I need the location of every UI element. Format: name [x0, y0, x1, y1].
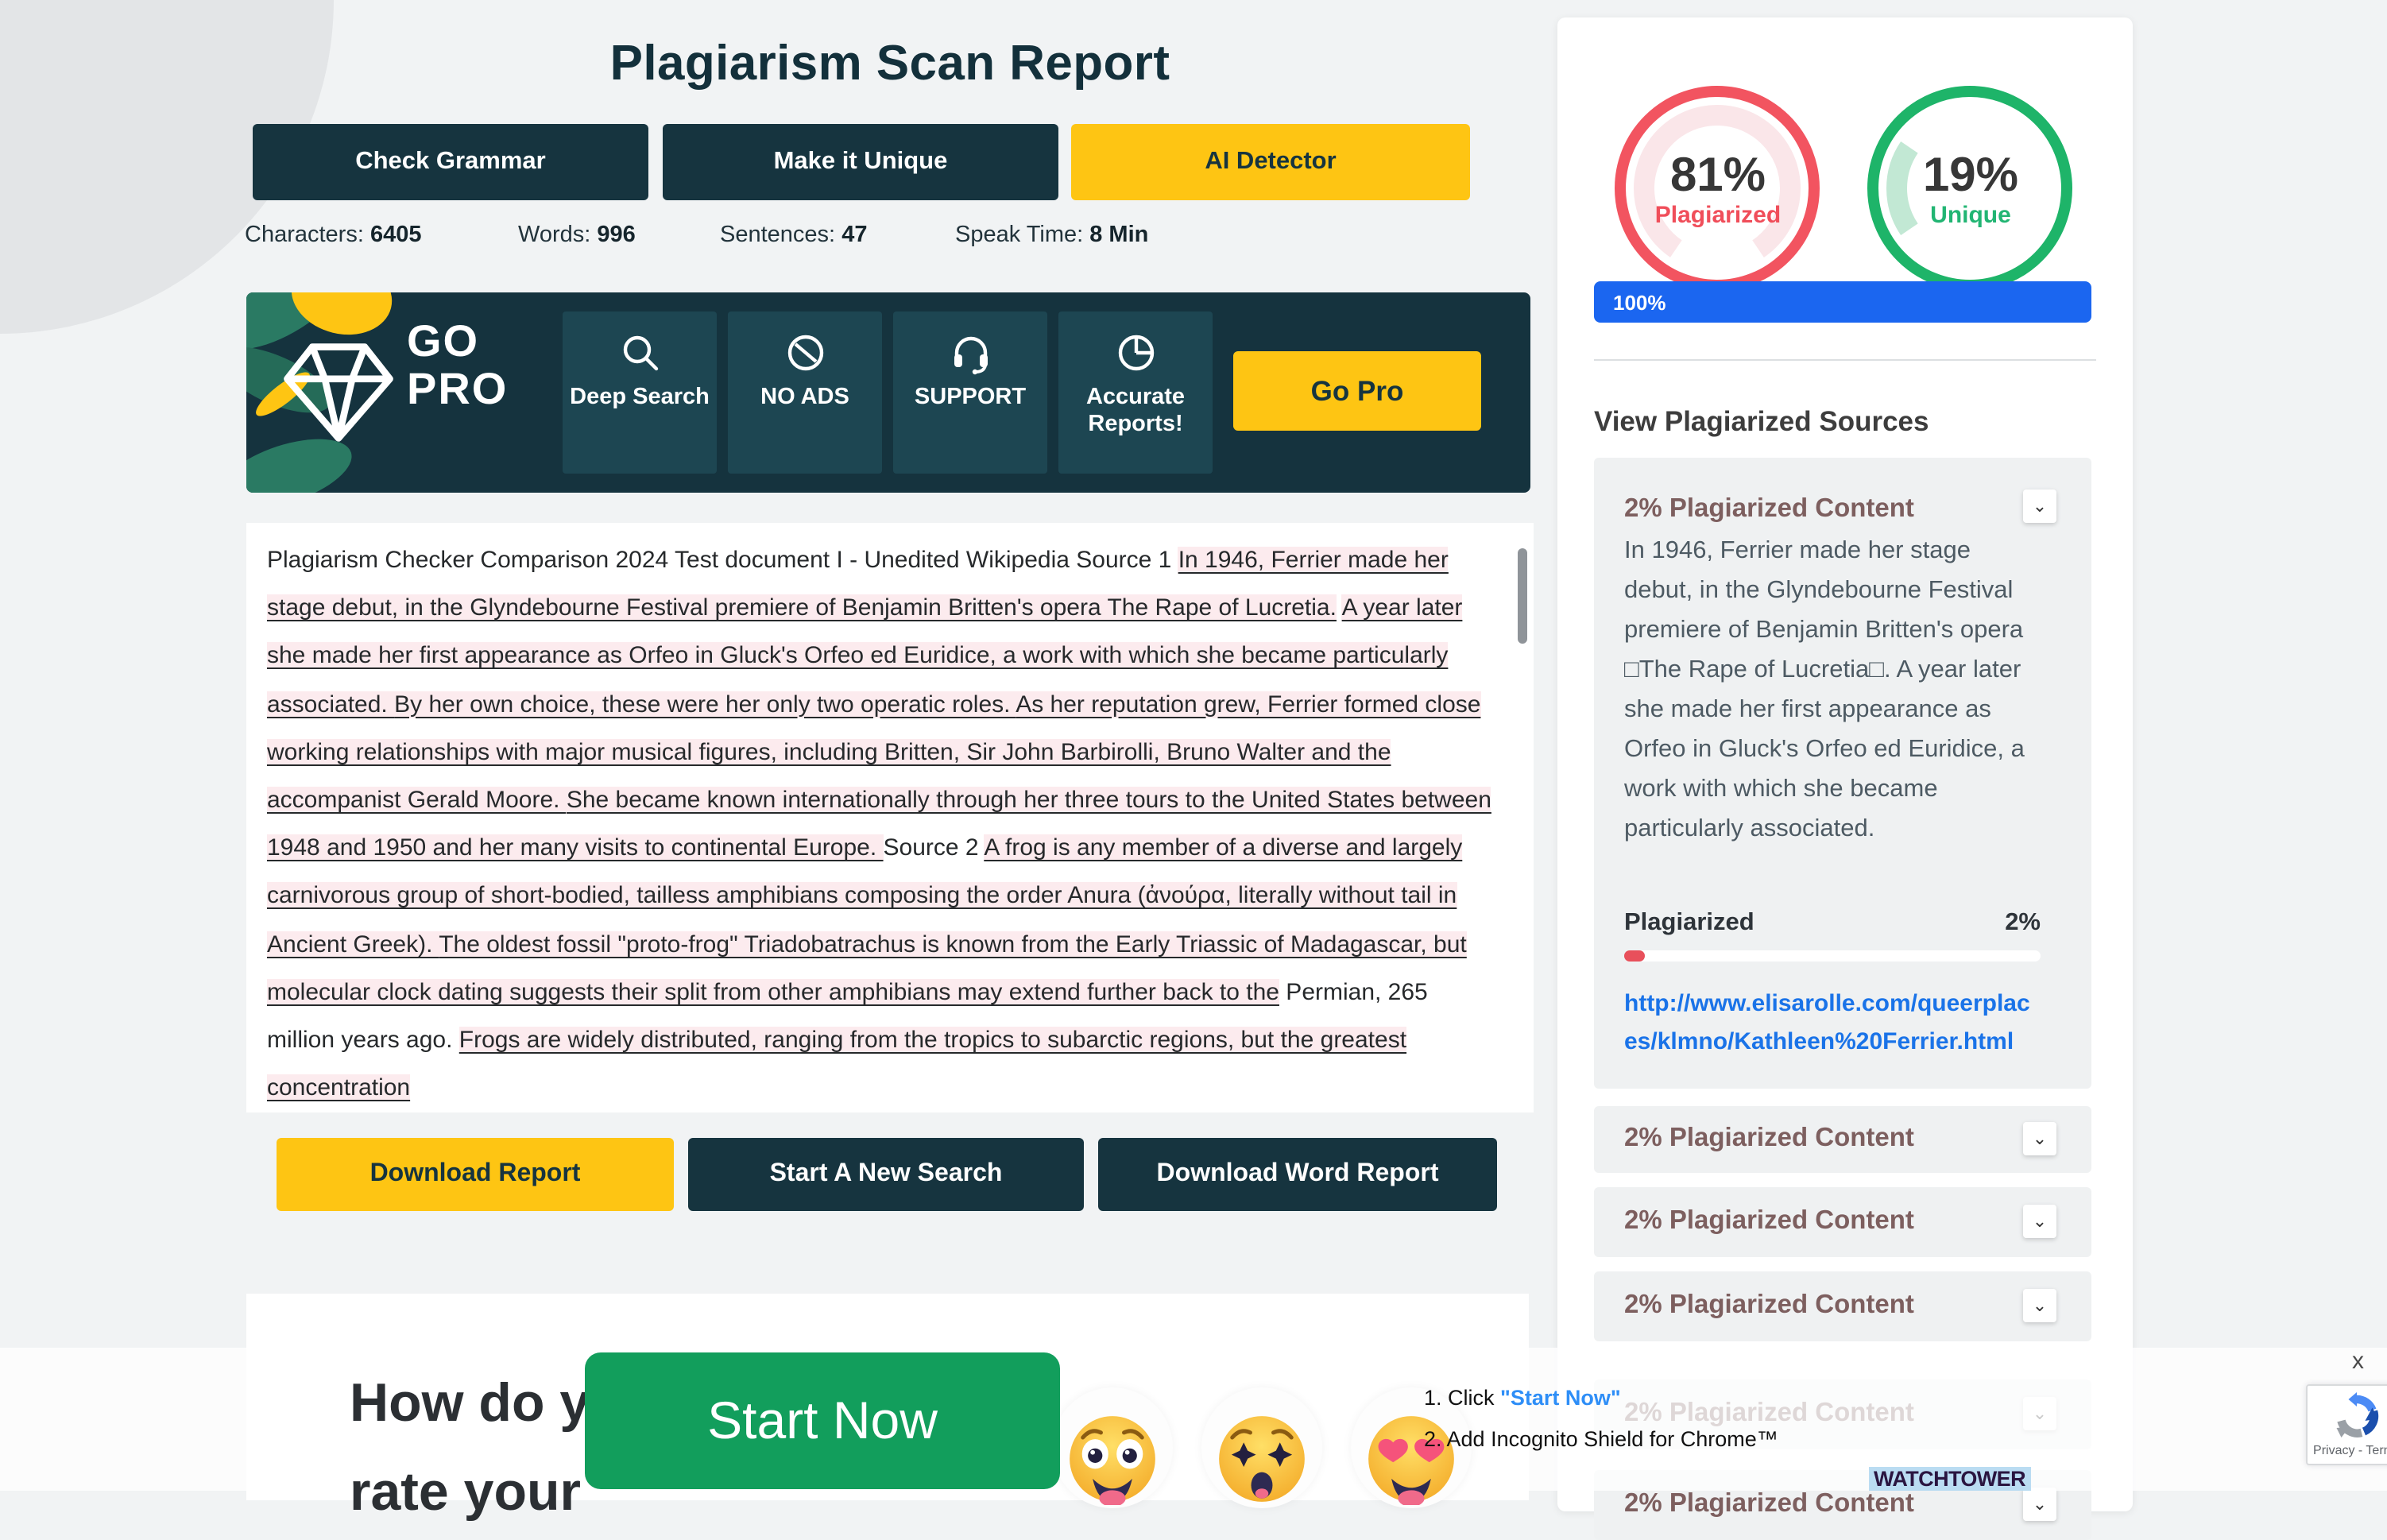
page-title: Plagiarism Scan Report [246, 35, 1534, 92]
plagiarized-label: Plagiarized [1638, 202, 1797, 229]
download-report-button[interactable]: Download Report [277, 1138, 674, 1211]
go-pro-logo-text: GO PRO [407, 318, 508, 413]
results-sidebar: 81% Plagiarized 19% Unique 100% View Pla… [1557, 17, 2133, 1511]
recaptcha-icon [2333, 1392, 2381, 1440]
emoji-astonished-icon [1216, 1413, 1308, 1505]
source-title: 2% Plagiarized Content [1624, 494, 1914, 524]
go-pro-button[interactable]: Go Pro [1233, 351, 1481, 431]
emoji-star-eyes-icon [1066, 1413, 1159, 1505]
close-icon[interactable]: x [2352, 1348, 2364, 1375]
make-it-unique-button[interactable]: Make it Unique [663, 124, 1058, 200]
source-meter-fill [1624, 950, 1645, 962]
source-card: 2% Plagiarized Content ⌄ [1594, 1271, 2091, 1341]
download-word-report-button[interactable]: Download Word Report [1098, 1138, 1497, 1211]
watchtower-logo: WATCHTOWER [1869, 1467, 2030, 1491]
stat-speak-time: Speak Time: 8 Min [955, 222, 1148, 248]
source-card: 2% Plagiarized Content ⌄ [1594, 1106, 2091, 1173]
pie-chart-icon [1113, 331, 1158, 375]
ai-detector-button[interactable]: AI Detector [1071, 124, 1470, 200]
chevron-down-icon[interactable]: ⌄ [2023, 1205, 2056, 1238]
diamond-icon [281, 340, 396, 445]
headset-icon [948, 331, 992, 375]
source-excerpt: In 1946, Ferrier made her stage debut, i… [1624, 531, 2031, 849]
scanned-document-panel[interactable]: Plagiarism Checker Comparison 2024 Test … [246, 523, 1534, 1112]
search-icon [617, 331, 662, 375]
divider [1594, 359, 2096, 361]
document-scrollbar[interactable] [1518, 548, 1527, 644]
go-pro-banner: GO PRO Deep Search NO ADS [246, 292, 1530, 493]
ad-step-1: 1. Click "Start Now" [1424, 1386, 1621, 1410]
ad-start-now-link[interactable]: "Start Now" [1500, 1386, 1621, 1410]
chevron-down-icon[interactable]: ⌄ [2023, 1488, 2056, 1521]
rating-heading-line2: rate your [350, 1462, 581, 1524]
plagiarized-percent: 81% [1638, 149, 1797, 203]
unique-label: Unique [1891, 202, 2050, 229]
feature-accurate-reports: Accurate Reports! [1058, 311, 1213, 474]
stat-words: Words: 996 [518, 222, 636, 248]
source-card-expanded: 2% Plagiarized Content ⌄ In 1946, Ferrie… [1594, 458, 2091, 1089]
source-link[interactable]: http://www.elisarolle.com/queerplaces/kl… [1624, 985, 2041, 1062]
recaptcha-badge: Privacy - Terms [2306, 1384, 2387, 1465]
rating-option[interactable] [1052, 1387, 1173, 1508]
source-meter-track [1624, 950, 2041, 962]
stat-characters: Characters: 6405 [245, 222, 422, 248]
chevron-down-icon[interactable]: ⌄ [2023, 1122, 2056, 1155]
doc-segment: Plagiarism Checker Comparison 2024 Test … [267, 547, 1178, 574]
document-text: Plagiarism Checker Comparison 2024 Test … [267, 537, 1502, 1112]
source-card: 2% Plagiarized Content ⌄ [1594, 1187, 2091, 1257]
start-new-search-button[interactable]: Start A New Search [688, 1138, 1084, 1211]
source-meter-row: Plagiarized 2% [1624, 909, 2041, 938]
ad-start-now-button[interactable]: Start Now [585, 1352, 1060, 1489]
unique-percent: 19% [1891, 149, 2050, 203]
feature-support: SUPPORT [893, 311, 1047, 474]
chevron-down-icon[interactable]: ⌄ [2023, 489, 2056, 523]
recaptcha-privacy-terms[interactable]: Privacy - Terms [2308, 1443, 2387, 1457]
scan-progress-bar: 100% [1594, 281, 2091, 323]
feature-no-ads: NO ADS [728, 311, 882, 474]
rating-option[interactable] [1201, 1387, 1322, 1508]
ad-step-2: 2. Add Incognito Shield for Chrome™ [1424, 1427, 1778, 1451]
check-grammar-button[interactable]: Check Grammar [253, 124, 648, 200]
no-ads-icon [783, 331, 827, 375]
feature-deep-search: Deep Search [563, 311, 717, 474]
chevron-down-icon[interactable]: ⌄ [2023, 1289, 2056, 1322]
stat-sentences: Sentences: 47 [720, 222, 867, 248]
doc-segment-highlighted: By her own choice, these were her only t… [394, 691, 1016, 718]
sources-heading: View Plagiarized Sources [1594, 405, 1929, 439]
